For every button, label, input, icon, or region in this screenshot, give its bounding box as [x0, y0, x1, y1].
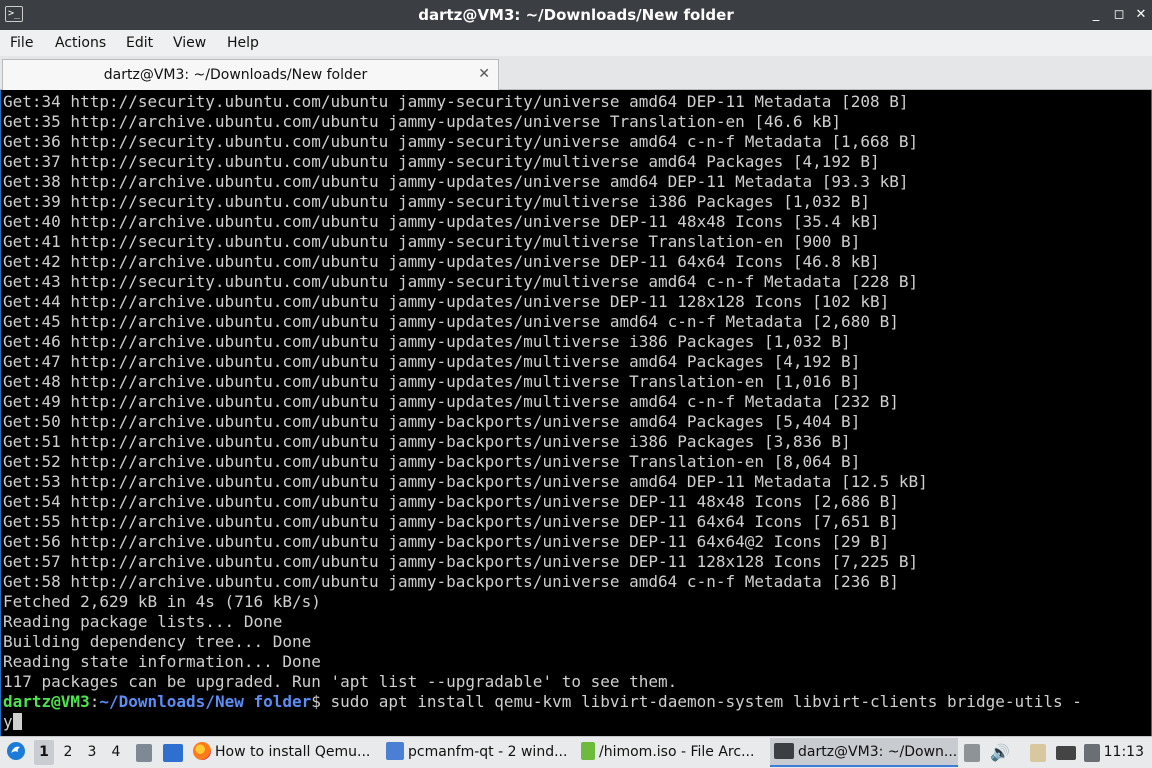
task-label: pcmanfm-qt - 2 wind...	[408, 744, 568, 760]
terminal-line: Get:43 http://security.ubuntu.com/ubuntu…	[3, 272, 919, 291]
prompt-command: sudo apt install qemu-kvm libvirt-daemon…	[320, 692, 1082, 711]
task-firefox[interactable]: How to install Qemu...	[193, 738, 377, 767]
terminal-line: Get:47 http://archive.ubuntu.com/ubuntu …	[3, 352, 861, 371]
terminal-line: Get:35 http://archive.ubuntu.com/ubuntu …	[3, 112, 842, 131]
terminal-line: Get:58 http://archive.ubuntu.com/ubuntu …	[3, 572, 899, 591]
terminal-line: Get:57 http://archive.ubuntu.com/ubuntu …	[3, 552, 919, 571]
terminal-line: Get:40 http://archive.ubuntu.com/ubuntu …	[3, 212, 880, 231]
terminal-line: Get:39 http://security.ubuntu.com/ubuntu…	[3, 192, 870, 211]
prompt-dollar: $	[311, 692, 321, 711]
prompt-path: ~/Downloads/New folder	[99, 692, 312, 711]
terminal-line: Get:37 http://security.ubuntu.com/ubuntu…	[3, 152, 880, 171]
terminal-line: Get:49 http://archive.ubuntu.com/ubuntu …	[3, 392, 899, 411]
network-tray-icon[interactable]	[1056, 746, 1076, 760]
firefox-icon	[193, 742, 211, 760]
close-window-button[interactable]: ✕	[1132, 6, 1150, 24]
terminal-line: Reading state information... Done	[3, 652, 321, 671]
tab-bar: dartz@VM3: ~/Downloads/New folder ✕	[0, 56, 1152, 90]
terminal-line: Get:54 http://archive.ubuntu.com/ubuntu …	[3, 492, 899, 511]
window-title: dartz@VM3: ~/Downloads/New folder	[418, 6, 734, 24]
terminal-line: Get:52 http://archive.ubuntu.com/ubuntu …	[3, 452, 861, 471]
terminal-line: Get:38 http://archive.ubuntu.com/ubuntu …	[3, 172, 909, 191]
terminal-icon	[774, 743, 794, 759]
task-label: How to install Qemu...	[215, 744, 371, 760]
archive-icon	[581, 742, 595, 760]
terminal-line: Get:44 http://archive.ubuntu.com/ubuntu …	[3, 292, 890, 311]
task-label: dartz@VM3: ~/Down...	[798, 744, 958, 760]
folder-icon	[386, 742, 404, 760]
menu-help[interactable]: Help	[227, 30, 259, 56]
menu-actions[interactable]: Actions	[55, 30, 106, 56]
prompt-user-host: dartz@VM3	[3, 692, 90, 711]
prompt-line: dartz@VM3:~/Downloads/New folder$ sudo a…	[3, 692, 1082, 712]
terminal-line: Get:42 http://archive.ubuntu.com/ubuntu …	[3, 252, 880, 271]
task-file-archiver[interactable]: /himom.iso - File Arc...	[581, 738, 765, 767]
maximize-button[interactable]: ◻	[1110, 6, 1128, 24]
terminal-line: Get:48 http://archive.ubuntu.com/ubuntu …	[3, 372, 861, 391]
clipboard-tray-icon[interactable]	[1030, 744, 1046, 762]
taskbar: 1 2 3 4 How to install Qemu... pcmanfm-q…	[0, 736, 1152, 768]
file-manager-launcher-icon[interactable]	[163, 744, 183, 762]
terminal-line: 117 packages can be upgraded. Run 'apt l…	[3, 672, 678, 691]
trash-tray-icon[interactable]	[964, 744, 980, 762]
terminal-output: Get:34 http://security.ubuntu.com/ubuntu…	[3, 92, 1082, 732]
terminal-line: Get:46 http://archive.ubuntu.com/ubuntu …	[3, 332, 851, 351]
show-desktop-icon[interactable]	[136, 744, 152, 762]
volume-icon[interactable]: 🔊	[990, 737, 1010, 768]
start-menu-icon	[7, 742, 25, 760]
terminal-line: Get:36 http://security.ubuntu.com/ubuntu…	[3, 132, 919, 151]
menu-view[interactable]: View	[173, 30, 206, 56]
close-tab-icon[interactable]: ✕	[478, 60, 490, 88]
prompt-wrap-line: y	[3, 712, 1082, 732]
desktop-4-button[interactable]: 4	[106, 740, 126, 765]
desktop-1-button[interactable]: 1	[34, 740, 54, 765]
desktop-3-button[interactable]: 3	[82, 740, 102, 765]
terminal-tab[interactable]: dartz@VM3: ~/Downloads/New folder ✕	[2, 59, 499, 90]
terminal-line: Get:53 http://archive.ubuntu.com/ubuntu …	[3, 472, 928, 491]
task-terminal[interactable]: dartz@VM3: ~/Down...	[770, 738, 958, 767]
terminal-line: Get:50 http://archive.ubuntu.com/ubuntu …	[3, 412, 861, 431]
terminal-line: Get:51 http://archive.ubuntu.com/ubuntu …	[3, 432, 851, 451]
terminal-line: Get:34 http://security.ubuntu.com/ubuntu…	[3, 92, 909, 111]
terminal-view[interactable]: Get:34 http://security.ubuntu.com/ubuntu…	[0, 90, 1152, 736]
minimize-button[interactable]: _	[1087, 6, 1105, 24]
terminal-line: Get:45 http://archive.ubuntu.com/ubuntu …	[3, 312, 899, 331]
tab-label: dartz@VM3: ~/Downloads/New folder	[103, 67, 368, 83]
text-cursor	[12, 713, 22, 730]
task-file-manager[interactable]: pcmanfm-qt - 2 wind...	[386, 738, 572, 767]
menu-edit[interactable]: Edit	[126, 30, 153, 56]
terminal-line: Get:41 http://security.ubuntu.com/ubuntu…	[3, 232, 861, 251]
clock[interactable]: 11:13	[1104, 737, 1144, 768]
prompt-command-wrap: y	[3, 712, 13, 731]
terminal-line: Fetched 2,629 kB in 4s (716 kB/s)	[3, 592, 321, 611]
title-bar: >_ dartz@VM3: ~/Downloads/New folder _ ◻…	[0, 0, 1152, 30]
menu-file[interactable]: File	[10, 30, 33, 56]
terminal-line: Reading package lists... Done	[3, 612, 283, 631]
prompt-colon: :	[89, 692, 100, 711]
notification-tray-icon[interactable]	[1084, 744, 1100, 762]
task-label: /himom.iso - File Arc...	[599, 744, 755, 760]
terminal-line: Get:55 http://archive.ubuntu.com/ubuntu …	[3, 512, 899, 531]
terminal-line: Get:56 http://archive.ubuntu.com/ubuntu …	[3, 532, 890, 551]
start-menu-button[interactable]	[6, 737, 26, 768]
menu-bar: File Actions Edit View Help	[0, 30, 1152, 56]
desktop-2-button[interactable]: 2	[58, 740, 78, 765]
terminal-line: Building dependency tree... Done	[3, 632, 312, 651]
